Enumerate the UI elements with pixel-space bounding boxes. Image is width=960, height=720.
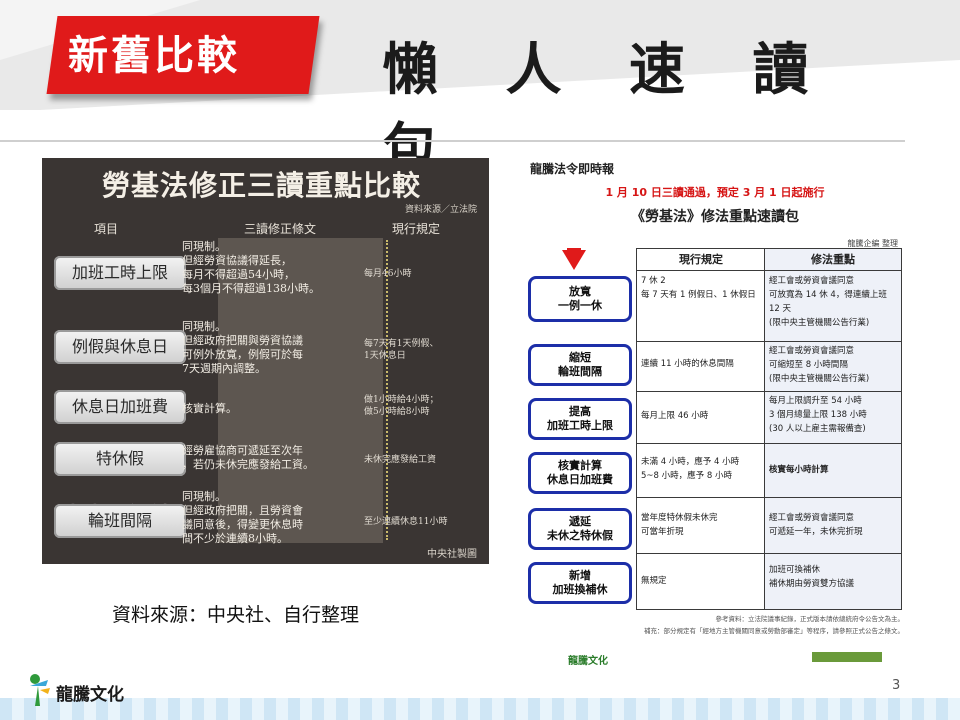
page-number: 3: [892, 678, 901, 693]
doc-brand: 龍騰法令即時報: [530, 162, 615, 176]
category-shift-interval: 縮短 輪班間隔: [528, 344, 632, 386]
category-label: 輪班間隔: [558, 365, 602, 378]
category-comp-leave: 新增 加班換補休: [528, 562, 632, 604]
table-cell: 無規定: [641, 576, 667, 586]
column-divider: [386, 240, 388, 540]
category-label: 核實計算: [558, 459, 602, 472]
category-label: 放寬: [569, 285, 591, 298]
row-divider: [637, 391, 901, 392]
law-summary-document: 龍騰法令即時報 1 月 10 日三讀通過，預定 3 月 1 日起施行 《勞基法》…: [522, 152, 908, 682]
table-cell: 當年度特休假未休完 可當年折現: [641, 513, 718, 537]
down-arrow-icon: [562, 250, 586, 270]
table-cell: 經工會或勞資會議同意 可遞延一年，未休完折現: [769, 513, 863, 537]
title-banner-label: 新舊比較: [68, 33, 240, 79]
law-comparison-image: 勞基法修正三讀重點比較 資料來源／立法院 項目 三讀修正條文 現行規定 加班工時…: [42, 158, 489, 564]
new-overtime-cap: 同現制。 但經勞資協議得延長， 每月不得超過54小時， 每3個月不得超過138小…: [182, 240, 320, 295]
row-divider: [637, 341, 901, 342]
current-rest-days: 每7天有1天例假、 1天休息日: [364, 339, 439, 361]
column-header-new: 三讀修正條文: [244, 222, 317, 236]
footer-logo-text: 龍騰文化: [56, 685, 124, 705]
column-header-item: 項目: [94, 222, 119, 236]
comparison-table: 現行規定 修法重點 7 休 2 每 7 天有 1 例假日、1 休假日 經工會或勞…: [636, 248, 902, 610]
current-annual-leave: 未休完應發給工資: [364, 455, 437, 465]
table-cell: 每月上限 46 小時: [641, 411, 709, 421]
current-column: [637, 249, 765, 609]
header-divider: [0, 140, 905, 142]
table-cell: 連續 11 小時的休息間隔: [641, 359, 734, 369]
category-label: 提高: [569, 405, 591, 418]
table-cell: 每月上限調升至 54 小時 3 個月總量上限 138 小時 (30 人以上雇主需…: [769, 396, 867, 434]
category-label: 縮短: [569, 351, 591, 364]
left-panel-title: 勞基法修正三讀重點比較: [102, 169, 422, 202]
company-logo-icon: [30, 674, 50, 706]
category-label: 新增: [569, 569, 591, 582]
table-cell: 經工會或勞資會議同意 可縮短至 8 小時間隔 (限中央主管機關公告行業): [769, 346, 870, 384]
new-annual-leave: 經勞雇協商可遞延至次年 ，若仍未休完應發給工資。: [182, 444, 314, 471]
doc-notice: 1 月 10 日三讀通過，預定 3 月 1 日起施行: [605, 186, 825, 199]
table-header-current: 現行規定: [637, 249, 765, 271]
current-shift-interval: 至少連續休息11小時: [364, 517, 448, 527]
new-rest-day-pay: 核實計算。: [182, 402, 237, 415]
category-label: 休息日加班費: [547, 473, 613, 486]
current-rest-day-pay: 做1小時給4小時； 做5小時給8小時: [364, 395, 439, 417]
row-divider: [637, 497, 901, 498]
left-panel-source: 資料來源／立法院: [404, 205, 477, 215]
row-divider: [637, 443, 901, 444]
column-header-current: 現行規定: [392, 222, 441, 236]
category-relax-rest: 放寬 一例一休: [528, 276, 632, 322]
table-cell: 經工會或勞資會議同意 可放寬為 14 休 4，得連續上班 12 天 (限中央主管…: [769, 276, 887, 328]
item-shift-interval: 輪班間隔: [54, 504, 186, 538]
category-label: 加班工時上限: [547, 419, 613, 432]
new-shift-interval: 同現制。 但經政府把關，且勞資會 議同意後，得變更休息時 間不少於連續8小時。: [182, 490, 303, 545]
doc-title: 《勞基法》修法重點速讀包: [631, 209, 799, 225]
current-overtime-cap: 每月46小時: [364, 269, 412, 279]
row-divider: [637, 553, 901, 554]
doc-footnote: 補充：部分規定有「經地方主管機關同意或勞動部審定」等程序，請參照正式公告之條文。: [644, 627, 904, 635]
doc-footnote: 參考資料：立法院議事紀錄，正式版本請依總統府令公告文為主。: [715, 615, 905, 623]
item-annual-leave: 特休假: [54, 442, 186, 476]
category-annual-leave: 遞延 未休之特休假: [528, 508, 632, 550]
table-cell: 未滿 4 小時，應予 4 小時 5~8 小時，應予 8 小時: [641, 457, 740, 481]
category-label: 遞延: [569, 515, 591, 528]
table-header-reform: 修法重點: [765, 249, 901, 271]
image-credit: 中央社製圖: [427, 549, 477, 560]
doc-logo: 龍騰文化: [568, 656, 608, 667]
item-rest-days: 例假與休息日: [54, 330, 186, 364]
page-title: 懶 人 速 讀 包: [382, 37, 833, 183]
category-label: 未休之特休假: [547, 529, 613, 542]
item-overtime-cap: 加班工時上限: [54, 256, 186, 290]
category-rest-day-pay: 核實計算 休息日加班費: [528, 452, 632, 494]
item-rest-day-pay: 休息日加班費: [54, 390, 186, 424]
category-overtime-cap: 提高 加班工時上限: [528, 398, 632, 440]
new-rest-days: 同現制。 但經政府把關與勞資協議 可例外放寬，例假可於每 7天週期內調整。: [182, 320, 303, 375]
table-cell: 核實每小時計算: [769, 465, 829, 475]
data-source-caption: 資料來源：中央社、自行整理: [112, 604, 360, 626]
category-label: 一例一休: [558, 299, 602, 312]
table-cell: 加班可換補休 補休期由勞資雙方協議: [769, 565, 855, 589]
category-label: 加班換補休: [552, 583, 608, 596]
doc-logo-bar: [812, 652, 882, 662]
table-cell: 7 休 2 每 7 天有 1 例假日、1 休假日: [641, 276, 756, 300]
footer-band: [0, 698, 960, 720]
